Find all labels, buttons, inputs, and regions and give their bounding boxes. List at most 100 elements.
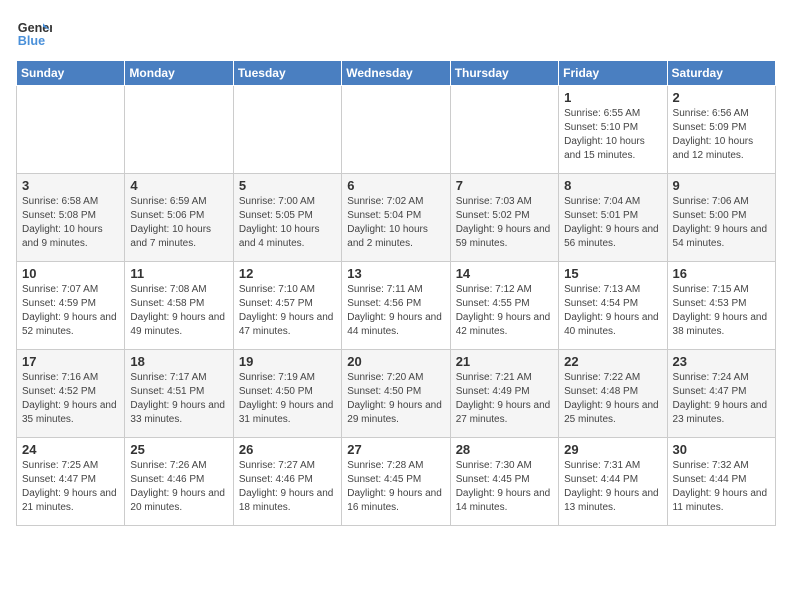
day-info: Sunrise: 7:12 AM Sunset: 4:55 PM Dayligh… xyxy=(456,283,553,339)
calendar-body: 1 Sunrise: 6:55 AM Sunset: 5:10 PM Daylig… xyxy=(17,86,776,526)
day-info: Sunrise: 7:04 AM Sunset: 5:01 PM Dayligh… xyxy=(564,195,661,251)
calendar-week-row: 10 Sunrise: 7:07 AM Sunset: 4:59 PM Dayli… xyxy=(17,262,776,350)
day-number: 14 xyxy=(456,266,553,281)
day-info: Sunrise: 6:56 AM Sunset: 5:09 PM Dayligh… xyxy=(673,107,770,163)
calendar-header-cell: Thursday xyxy=(450,61,558,86)
calendar-day-cell: 18 Sunrise: 7:17 AM Sunset: 4:51 PM Dayli… xyxy=(125,350,233,438)
day-number: 25 xyxy=(130,442,227,457)
day-info: Sunrise: 7:28 AM Sunset: 4:45 PM Dayligh… xyxy=(347,459,444,515)
day-number: 1 xyxy=(564,90,661,105)
calendar-day-cell xyxy=(342,86,450,174)
day-info: Sunrise: 7:17 AM Sunset: 4:51 PM Dayligh… xyxy=(130,371,227,427)
day-number: 15 xyxy=(564,266,661,281)
day-number: 27 xyxy=(347,442,444,457)
calendar-header-cell: Tuesday xyxy=(233,61,341,86)
day-info: Sunrise: 7:02 AM Sunset: 5:04 PM Dayligh… xyxy=(347,195,444,251)
day-number: 19 xyxy=(239,354,336,369)
day-info: Sunrise: 6:58 AM Sunset: 5:08 PM Dayligh… xyxy=(22,195,119,251)
day-number: 29 xyxy=(564,442,661,457)
calendar-day-cell: 1 Sunrise: 6:55 AM Sunset: 5:10 PM Daylig… xyxy=(559,86,667,174)
day-number: 23 xyxy=(673,354,770,369)
calendar-day-cell: 16 Sunrise: 7:15 AM Sunset: 4:53 PM Dayli… xyxy=(667,262,775,350)
day-info: Sunrise: 7:16 AM Sunset: 4:52 PM Dayligh… xyxy=(22,371,119,427)
day-info: Sunrise: 7:31 AM Sunset: 4:44 PM Dayligh… xyxy=(564,459,661,515)
calendar-day-cell: 11 Sunrise: 7:08 AM Sunset: 4:58 PM Dayli… xyxy=(125,262,233,350)
day-number: 24 xyxy=(22,442,119,457)
day-number: 6 xyxy=(347,178,444,193)
calendar-header-cell: Monday xyxy=(125,61,233,86)
calendar-day-cell xyxy=(125,86,233,174)
calendar-day-cell: 21 Sunrise: 7:21 AM Sunset: 4:49 PM Dayli… xyxy=(450,350,558,438)
day-info: Sunrise: 7:26 AM Sunset: 4:46 PM Dayligh… xyxy=(130,459,227,515)
day-number: 2 xyxy=(673,90,770,105)
calendar-day-cell: 2 Sunrise: 6:56 AM Sunset: 5:09 PM Daylig… xyxy=(667,86,775,174)
day-number: 8 xyxy=(564,178,661,193)
calendar-day-cell: 7 Sunrise: 7:03 AM Sunset: 5:02 PM Daylig… xyxy=(450,174,558,262)
day-number: 13 xyxy=(347,266,444,281)
day-info: Sunrise: 7:19 AM Sunset: 4:50 PM Dayligh… xyxy=(239,371,336,427)
calendar-day-cell: 12Sunrise: 7:10 AM Sunset: 4:57 PM Dayli… xyxy=(233,262,341,350)
day-number: 22 xyxy=(564,354,661,369)
day-number: 9 xyxy=(673,178,770,193)
day-number: 10 xyxy=(22,266,119,281)
calendar-day-cell: 30Sunrise: 7:32 AM Sunset: 4:44 PM Dayli… xyxy=(667,438,775,526)
day-info: Sunrise: 7:32 AM Sunset: 4:44 PM Dayligh… xyxy=(673,459,770,515)
calendar-day-cell: 6 Sunrise: 7:02 AM Sunset: 5:04 PM Daylig… xyxy=(342,174,450,262)
calendar-day-cell: 25 Sunrise: 7:26 AM Sunset: 4:46 PM Dayli… xyxy=(125,438,233,526)
day-number: 17 xyxy=(22,354,119,369)
calendar-header-cell: Sunday xyxy=(17,61,125,86)
page-header: General Blue xyxy=(16,16,776,52)
calendar-header-cell: Friday xyxy=(559,61,667,86)
calendar-table: SundayMondayTuesdayWednesdayThursdayFrid… xyxy=(16,60,776,526)
day-number: 4 xyxy=(130,178,227,193)
calendar-day-cell: 4Sunrise: 6:59 AM Sunset: 5:06 PM Daylig… xyxy=(125,174,233,262)
day-info: Sunrise: 7:13 AM Sunset: 4:54 PM Dayligh… xyxy=(564,283,661,339)
day-info: Sunrise: 7:08 AM Sunset: 4:58 PM Dayligh… xyxy=(130,283,227,339)
calendar-day-cell: 27 Sunrise: 7:28 AM Sunset: 4:45 PM Dayli… xyxy=(342,438,450,526)
day-info: Sunrise: 7:15 AM Sunset: 4:53 PM Dayligh… xyxy=(673,283,770,339)
day-info: Sunrise: 7:03 AM Sunset: 5:02 PM Dayligh… xyxy=(456,195,553,251)
calendar-day-cell: 5 Sunrise: 7:00 AM Sunset: 5:05 PM Daylig… xyxy=(233,174,341,262)
calendar-day-cell xyxy=(17,86,125,174)
day-info: Sunrise: 6:55 AM Sunset: 5:10 PM Dayligh… xyxy=(564,107,661,163)
calendar-day-cell: 9 Sunrise: 7:06 AM Sunset: 5:00 PM Daylig… xyxy=(667,174,775,262)
day-number: 3 xyxy=(22,178,119,193)
day-number: 20 xyxy=(347,354,444,369)
calendar-day-cell: 29 Sunrise: 7:31 AM Sunset: 4:44 PM Dayli… xyxy=(559,438,667,526)
day-info: Sunrise: 7:30 AM Sunset: 4:45 PM Dayligh… xyxy=(456,459,553,515)
calendar-day-cell: 26 Sunrise: 7:27 AM Sunset: 4:46 PM Dayli… xyxy=(233,438,341,526)
calendar-header-cell: Saturday xyxy=(667,61,775,86)
day-number: 26 xyxy=(239,442,336,457)
day-info: Sunrise: 7:00 AM Sunset: 5:05 PM Dayligh… xyxy=(239,195,336,251)
logo-icon: General Blue xyxy=(16,16,52,52)
calendar-day-cell: 23 Sunrise: 7:24 AM Sunset: 4:47 PM Dayli… xyxy=(667,350,775,438)
calendar-day-cell: 14 Sunrise: 7:12 AM Sunset: 4:55 PM Dayli… xyxy=(450,262,558,350)
day-number: 7 xyxy=(456,178,553,193)
calendar-day-cell: 13 Sunrise: 7:11 AM Sunset: 4:56 PM Dayli… xyxy=(342,262,450,350)
calendar-day-cell: 19 Sunrise: 7:19 AM Sunset: 4:50 PM Dayli… xyxy=(233,350,341,438)
day-info: Sunrise: 7:11 AM Sunset: 4:56 PM Dayligh… xyxy=(347,283,444,339)
calendar-day-cell: 3 Sunrise: 6:58 AM Sunset: 5:08 PM Daylig… xyxy=(17,174,125,262)
calendar-week-row: 17 Sunrise: 7:16 AM Sunset: 4:52 PM Dayli… xyxy=(17,350,776,438)
calendar-day-cell xyxy=(233,86,341,174)
day-number: 5 xyxy=(239,178,336,193)
day-number: 12 xyxy=(239,266,336,281)
day-info: Sunrise: 7:24 AM Sunset: 4:47 PM Dayligh… xyxy=(673,371,770,427)
day-number: 28 xyxy=(456,442,553,457)
day-number: 21 xyxy=(456,354,553,369)
day-info: Sunrise: 7:07 AM Sunset: 4:59 PM Dayligh… xyxy=(22,283,119,339)
day-number: 11 xyxy=(130,266,227,281)
day-number: 16 xyxy=(673,266,770,281)
calendar-week-row: 3 Sunrise: 6:58 AM Sunset: 5:08 PM Daylig… xyxy=(17,174,776,262)
day-info: Sunrise: 7:22 AM Sunset: 4:48 PM Dayligh… xyxy=(564,371,661,427)
calendar-day-cell: 28 Sunrise: 7:30 AM Sunset: 4:45 PM Dayli… xyxy=(450,438,558,526)
day-info: Sunrise: 7:27 AM Sunset: 4:46 PM Dayligh… xyxy=(239,459,336,515)
day-info: Sunrise: 7:06 AM Sunset: 5:00 PM Dayligh… xyxy=(673,195,770,251)
calendar-week-row: 24Sunrise: 7:25 AM Sunset: 4:47 PM Dayli… xyxy=(17,438,776,526)
day-number: 18 xyxy=(130,354,227,369)
calendar-day-cell: 15 Sunrise: 7:13 AM Sunset: 4:54 PM Dayli… xyxy=(559,262,667,350)
calendar-header-cell: Wednesday xyxy=(342,61,450,86)
calendar-day-cell: 20Sunrise: 7:20 AM Sunset: 4:50 PM Dayli… xyxy=(342,350,450,438)
day-info: Sunrise: 7:21 AM Sunset: 4:49 PM Dayligh… xyxy=(456,371,553,427)
calendar-day-cell: 10 Sunrise: 7:07 AM Sunset: 4:59 PM Dayli… xyxy=(17,262,125,350)
